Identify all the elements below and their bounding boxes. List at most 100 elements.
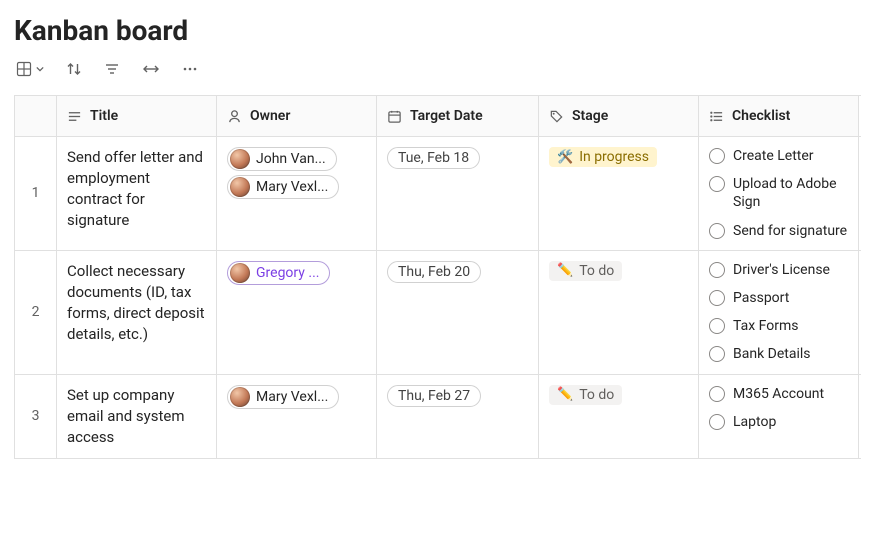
cell-target-date[interactable]: Thu, Feb 20 [377,251,539,374]
circle-icon[interactable] [709,262,725,278]
table-row[interactable]: 2Collect necessary documents (ID, tax fo… [15,251,861,375]
resize-horizontal-icon [142,62,160,76]
task-title: Set up company email and system access [67,385,206,448]
text-icon [67,109,82,124]
header-title-label: Title [90,108,118,124]
filter-button[interactable] [104,61,120,77]
circle-icon[interactable] [709,318,725,334]
header-rownum [15,96,57,136]
header-stage[interactable]: Stage [539,96,699,136]
circle-icon[interactable] [709,386,725,402]
header-checklist-label: Checklist [732,108,790,124]
cell-target-date[interactable]: Thu, Feb 27 [377,375,539,458]
circle-icon[interactable] [709,176,725,192]
checklist-item[interactable]: M365 Account [709,385,848,403]
cell-title[interactable]: Send offer letter and employment contrac… [57,137,217,250]
ellipsis-icon [182,61,198,77]
owner-name: Gregory ... [256,265,319,281]
avatar [230,263,250,283]
checklist-item[interactable]: Upload to Adobe Sign [709,175,848,211]
owner-name: Mary Vexl... [256,179,328,195]
person-icon [227,109,242,124]
cell-checklist[interactable]: Create Letter Upload to Adobe Sign Send fo… [699,137,859,250]
checklist-item-label: M365 Account [733,385,824,403]
sort-button[interactable] [66,61,82,77]
header-title[interactable]: Title [57,96,217,136]
table-row[interactable]: 3Set up company email and system access M… [15,375,861,459]
cell-stage[interactable]: ✏️ To do [539,251,699,374]
circle-icon[interactable] [709,148,725,164]
checklist-item[interactable]: Driver's License [709,261,848,279]
header-checklist[interactable]: Checklist [699,96,859,136]
stage-label: To do [579,263,614,279]
row-number: 3 [15,375,57,458]
tag-icon [549,109,564,124]
stage-label: In progress [579,149,649,165]
owner-chip[interactable]: Gregory ... [227,261,330,285]
pencil-icon: ✏️ [557,263,573,278]
checklist-item-label: Passport [733,289,789,307]
checklist-item-label: Upload to Adobe Sign [733,175,848,211]
circle-icon[interactable] [709,414,725,430]
owner-chip[interactable]: John Van... [227,147,337,171]
owner-chip[interactable]: Mary Vexl... [227,175,339,199]
list-icon [709,109,724,124]
checklist-item-label: Driver's License [733,261,830,279]
cell-checklist[interactable]: M365 Account Laptop [699,375,859,458]
table-row[interactable]: 1Send offer letter and employment contra… [15,137,861,251]
checklist-item[interactable]: Tax Forms [709,317,848,335]
cell-stage[interactable]: 🛠️In progress [539,137,699,250]
header-owner[interactable]: Owner [217,96,377,136]
checklist-item-label: Laptop [733,413,776,431]
checklist-item-label: Create Letter [733,147,814,165]
checklist-item-label: Send for signature [733,222,847,240]
filter-icon [104,61,120,77]
header-target-date[interactable]: Target Date [377,96,539,136]
header-date-label: Target Date [410,108,483,124]
task-title: Send offer letter and employment contrac… [67,147,206,231]
stage-chip[interactable]: ✏️ To do [549,385,622,405]
cell-target-date[interactable]: Tue, Feb 18 [377,137,539,250]
cell-title[interactable]: Collect necessary documents (ID, tax for… [57,251,217,374]
avatar [230,177,250,197]
cell-owner[interactable]: Mary Vexl... [217,375,377,458]
header-owner-label: Owner [250,108,290,124]
date-chip[interactable]: Thu, Feb 20 [387,261,481,283]
column-width-button[interactable] [142,62,160,76]
checklist-item-label: Tax Forms [733,317,798,335]
calendar-icon [387,109,402,124]
cell-title[interactable]: Set up company email and system access [57,375,217,458]
row-number: 1 [15,137,57,250]
avatar [230,387,250,407]
task-title: Collect necessary documents (ID, tax for… [67,261,206,345]
circle-icon[interactable] [709,223,725,239]
stage-chip[interactable]: 🛠️In progress [549,147,657,167]
cell-checklist[interactable]: Driver's License Passport Tax Forms Bank De… [699,251,859,374]
cell-owner[interactable]: John Van... Mary Vexl... [217,137,377,250]
checklist-item[interactable]: Passport [709,289,848,307]
board-table: Title Owner Target Date Stage Checklist … [14,95,861,459]
circle-icon[interactable] [709,346,725,362]
checklist-item[interactable]: Send for signature [709,222,848,240]
layout-switcher[interactable] [16,61,44,77]
avatar [230,149,250,169]
cell-owner[interactable]: Gregory ... [217,251,377,374]
stage-label: To do [579,387,614,403]
grid-icon [16,61,32,77]
date-chip[interactable]: Thu, Feb 27 [387,385,481,407]
circle-icon[interactable] [709,290,725,306]
checklist-item[interactable]: Create Letter [709,147,848,165]
checklist-item[interactable]: Laptop [709,413,848,431]
owner-name: John Van... [256,151,326,167]
date-chip[interactable]: Tue, Feb 18 [387,147,480,169]
view-toolbar [14,57,861,95]
owner-chip[interactable]: Mary Vexl... [227,385,339,409]
more-options-button[interactable] [182,61,198,77]
owner-name: Mary Vexl... [256,389,328,405]
stage-chip[interactable]: ✏️ To do [549,261,622,281]
pencil-icon: ✏️ [557,387,573,402]
sort-icon [66,61,82,77]
cell-stage[interactable]: ✏️ To do [539,375,699,458]
checklist-item-label: Bank Details [733,345,810,363]
checklist-item[interactable]: Bank Details [709,345,848,363]
